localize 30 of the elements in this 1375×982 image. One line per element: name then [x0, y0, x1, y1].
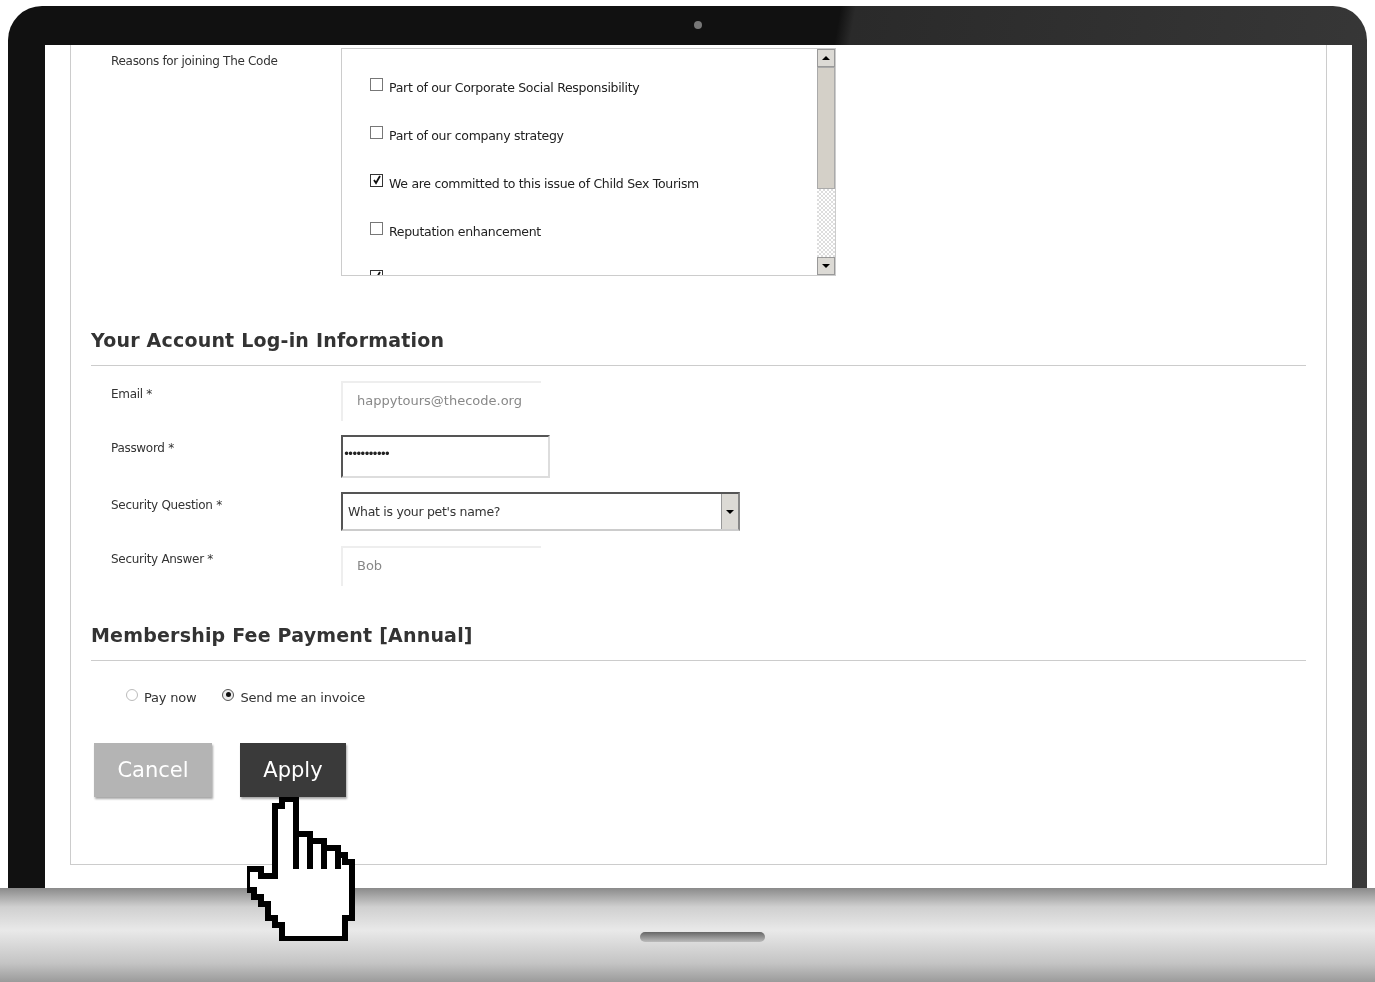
- checkbox-label: Reputation enhancement: [389, 223, 541, 239]
- field-label: Email *: [110, 386, 153, 401]
- checkbox-label: Part of our Corporate Social Responsibility: [389, 79, 640, 95]
- field-label: Password *: [110, 440, 175, 455]
- radio-button[interactable]: [126, 688, 138, 701]
- scroll-up-icon[interactable]: [817, 49, 835, 67]
- apply-button[interactable]: Apply: [240, 743, 346, 797]
- checkbox-label: We are committed to this issue of Child Sex Tourism: [389, 175, 699, 191]
- input-field[interactable]: Bob: [341, 546, 541, 586]
- input-field[interactable]: happytours@thecode.org: [341, 381, 541, 421]
- section-heading: Membership Fee Payment [Annual]: [91, 623, 474, 647]
- checkbox[interactable]: [370, 125, 383, 139]
- checkbox[interactable]: [370, 221, 383, 235]
- password-field[interactable]: •••••••••••: [341, 435, 550, 478]
- radio-button[interactable]: [222, 688, 235, 701]
- camera-icon: [694, 21, 702, 29]
- field-label: Security Question *: [110, 497, 223, 512]
- field-label: Reasons for joining The Code: [110, 53, 279, 70]
- checkbox-list[interactable]: Part of our Corporate Social Responsibility Part of our company strategy We are committed to this issue of Child Sex Tourism Reputation enhancement: [341, 48, 836, 276]
- checkbox[interactable]: [370, 173, 383, 187]
- field-label: Security Answer *: [110, 551, 214, 566]
- section-heading: Your Account Log-in Information: [91, 328, 446, 352]
- select-field[interactable]: What is your pet's name?: [341, 492, 740, 531]
- radio-label: Send me an invoice: [240, 690, 366, 705]
- scroll-down-icon[interactable]: [817, 257, 835, 275]
- checkbox[interactable]: [370, 77, 383, 91]
- checkbox-label: Part of our company strategy: [389, 127, 564, 143]
- dropdown-caret-icon[interactable]: [721, 494, 738, 529]
- radio-label: Pay now: [144, 690, 197, 705]
- scrollbar[interactable]: [817, 49, 835, 275]
